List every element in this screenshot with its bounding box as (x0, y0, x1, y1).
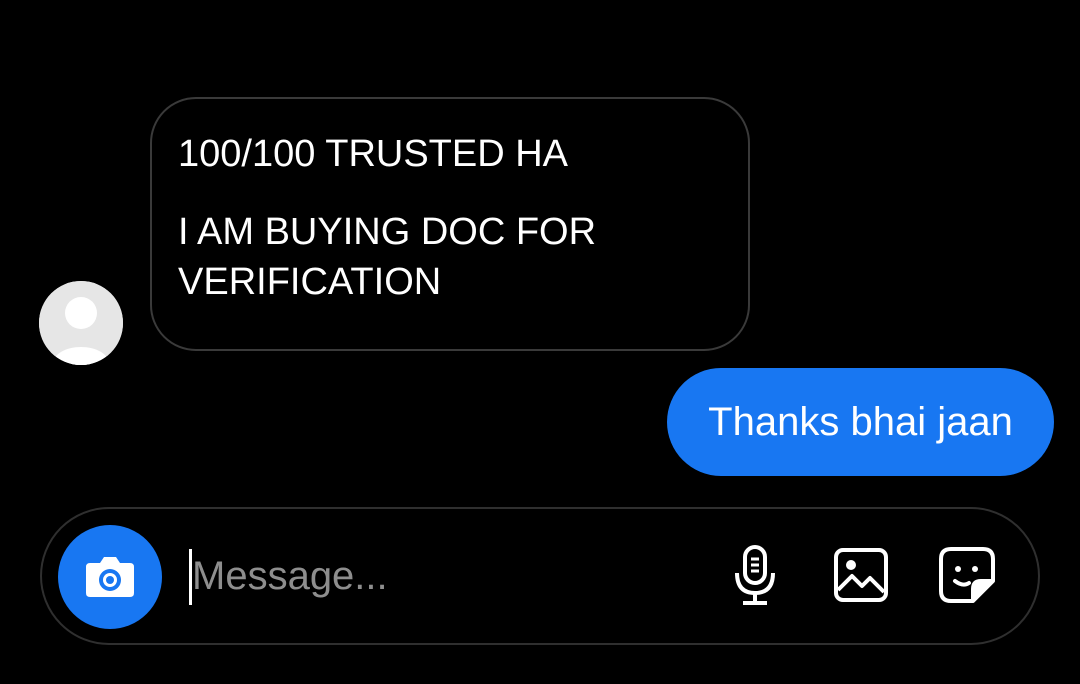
image-gallery-icon (834, 548, 888, 602)
sender-avatar[interactable] (39, 281, 123, 365)
received-message-line: I AM BUYING DOC FOR VERIFICATION (178, 211, 597, 303)
default-user-avatar-icon (39, 281, 123, 365)
camera-icon (86, 557, 134, 597)
sent-message-bubble[interactable]: Thanks bhai jaan (667, 368, 1054, 476)
gallery-button[interactable] (829, 543, 893, 607)
microphone-icon (735, 545, 775, 605)
sticker-icon (939, 547, 995, 603)
received-message-bubble[interactable]: 100/100 TRUSTED HA I AM BUYING DOC FOR V… (150, 97, 750, 351)
message-composer (40, 507, 1040, 645)
sent-message-text: Thanks bhai jaan (708, 399, 1013, 444)
microphone-button[interactable] (723, 543, 787, 607)
received-message-line: 100/100 TRUSTED HA (178, 133, 569, 175)
message-input[interactable] (192, 543, 712, 609)
camera-button[interactable] (58, 525, 162, 629)
sticker-button[interactable] (935, 543, 999, 607)
